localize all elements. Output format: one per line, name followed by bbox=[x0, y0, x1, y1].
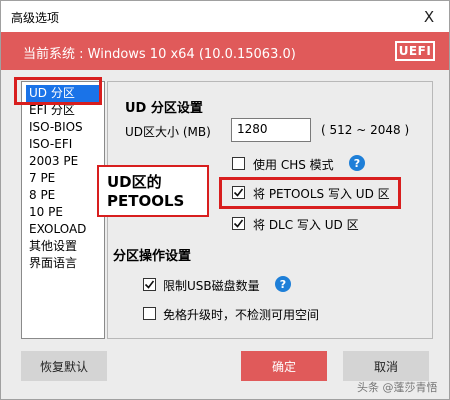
advanced-options-window: 高级选项 X 当前系统 : Windows 10 x64 (10.0.15063… bbox=[0, 0, 450, 400]
annotation-line-2: PETOOLS bbox=[107, 192, 185, 210]
title-bar: 高级选项 X bbox=[1, 1, 449, 32]
ok-button[interactable]: 确定 bbox=[241, 351, 327, 381]
usb-limit-help-icon[interactable]: ? bbox=[275, 276, 291, 292]
petools-label: 将 PETOOLS 写入 UD 区 bbox=[253, 187, 390, 201]
checkmark-icon bbox=[144, 280, 155, 289]
dlc-checkbox[interactable] bbox=[232, 217, 245, 230]
dlc-label: 将 DLC 写入 UD 区 bbox=[253, 218, 359, 232]
sidebar-item-8-pe[interactable]: 8 PE bbox=[22, 187, 104, 204]
sidebar-item-ud-partition[interactable]: UD 分区 bbox=[26, 85, 100, 102]
current-system-label: 当前系统 : Windows 10 x64 (10.0.15063.0) bbox=[23, 47, 296, 62]
partition-ops-title: 分区操作设置 bbox=[113, 249, 192, 264]
sidebar-item-exoload[interactable]: EXOLOAD bbox=[22, 221, 104, 238]
watermark: 头条 @蓬莎青悟 bbox=[357, 381, 438, 394]
cancel-button[interactable]: 取消 bbox=[343, 351, 429, 381]
sidebar-item-10-pe[interactable]: 10 PE bbox=[22, 204, 104, 221]
close-button[interactable]: X bbox=[409, 1, 449, 32]
uefi-badge: UEFI bbox=[395, 41, 435, 61]
checkmark-icon bbox=[233, 219, 244, 228]
chs-help-icon[interactable]: ? bbox=[349, 155, 365, 171]
usb-limit-label: 限制USB磁盘数量 bbox=[163, 279, 260, 293]
system-banner: 当前系统 : Windows 10 x64 (10.0.15063.0) UEF… bbox=[1, 32, 449, 70]
ud-size-label: UD区大小 (MB) bbox=[125, 125, 211, 139]
annotation-line-1: UD区的 bbox=[107, 173, 162, 191]
sidebar-item-iso-efi[interactable]: ISO-EFI bbox=[22, 136, 104, 153]
sidebar-list: UD 分区 EFI 分区 ISO-BIOS ISO-EFI 2003 PE 7 … bbox=[21, 81, 105, 339]
skip-space-check-checkbox[interactable] bbox=[143, 307, 156, 320]
reset-defaults-button[interactable]: 恢复默认 bbox=[21, 351, 107, 381]
ud-size-range: ( 512 ~ 2048 ) bbox=[321, 123, 410, 137]
skip-space-check-label: 免格升级时，不检测可用空间 bbox=[163, 308, 320, 322]
chs-mode-label: 使用 CHS 模式 bbox=[253, 158, 334, 172]
chs-mode-checkbox[interactable] bbox=[232, 157, 245, 170]
close-icon: X bbox=[423, 7, 435, 26]
sidebar-item-2003-pe[interactable]: 2003 PE bbox=[22, 153, 104, 170]
sidebar-item-7-pe[interactable]: 7 PE bbox=[22, 170, 104, 187]
sidebar-item-language[interactable]: 界面语言 bbox=[22, 255, 104, 272]
annotation-callout: UD区的 PETOOLS bbox=[97, 165, 209, 217]
usb-limit-checkbox[interactable] bbox=[143, 278, 156, 291]
sidebar-item-iso-bios[interactable]: ISO-BIOS bbox=[22, 119, 104, 136]
ud-settings-title: UD 分区设置 bbox=[125, 101, 203, 116]
window-title: 高级选项 bbox=[11, 11, 60, 25]
petools-checkbox[interactable] bbox=[232, 186, 245, 199]
sidebar-item-other-settings[interactable]: 其他设置 bbox=[22, 238, 104, 255]
sidebar-item-efi-partition[interactable]: EFI 分区 bbox=[22, 102, 104, 119]
ud-size-input[interactable]: 1280 bbox=[231, 118, 311, 142]
checkmark-icon bbox=[233, 188, 244, 197]
